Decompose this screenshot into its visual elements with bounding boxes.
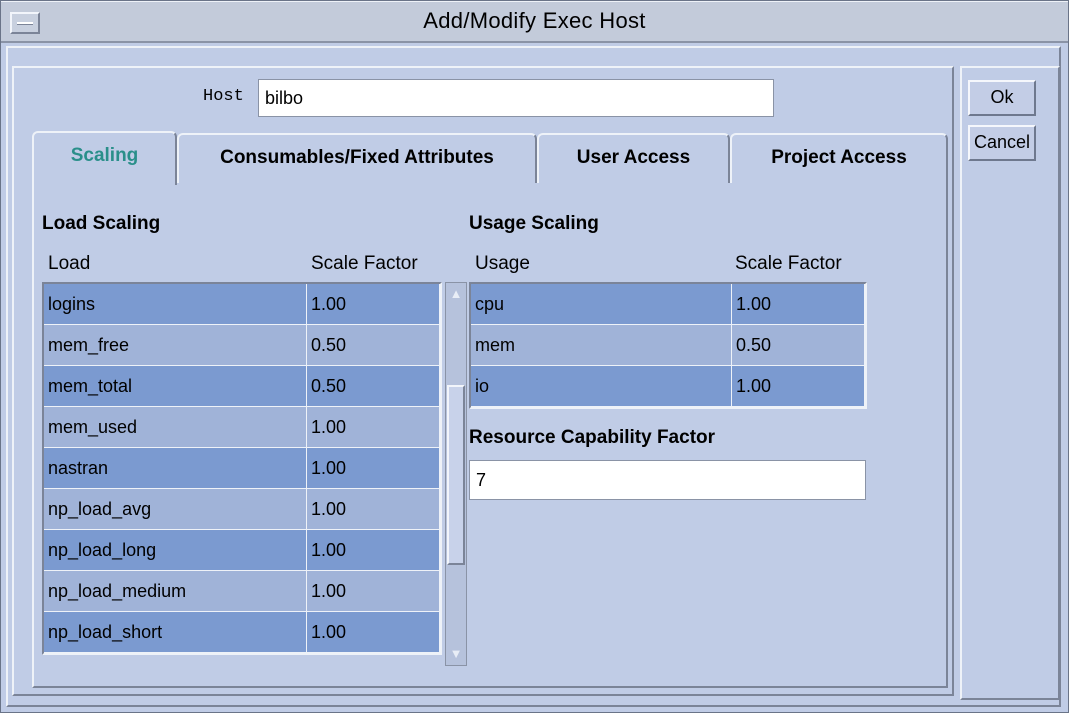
factor-cell[interactable]: 1.00: [307, 530, 440, 571]
table-row[interactable]: np_load_medium 1.00: [44, 571, 440, 612]
load-cell: np_load_medium: [44, 571, 307, 612]
button-sidebar: [960, 66, 1060, 700]
factor-cell[interactable]: 1.00: [307, 612, 440, 653]
factor-cell[interactable]: 1.00: [307, 448, 440, 489]
usage-column-header: Usage: [475, 253, 530, 274]
load-cell: mem_total: [44, 366, 307, 407]
factor-cell[interactable]: 0.50: [307, 366, 440, 407]
table-row[interactable]: np_load_avg 1.00: [44, 489, 440, 530]
tab-project-access[interactable]: Project Access: [730, 133, 948, 183]
table-row[interactable]: mem_total 0.50: [44, 366, 440, 407]
load-cell: mem_used: [44, 407, 307, 448]
load-cell: np_load_long: [44, 530, 307, 571]
usage-cell: mem: [471, 325, 732, 366]
factor-cell[interactable]: 1.00: [307, 284, 440, 325]
factor-cell[interactable]: 1.00: [307, 571, 440, 612]
table-row[interactable]: np_load_short 1.00: [44, 612, 440, 653]
tab-consumables[interactable]: Consumables/Fixed Attributes: [177, 133, 537, 183]
scroll-down-icon[interactable]: ▼: [447, 644, 465, 664]
usage-scaling-title: Usage Scaling: [469, 213, 599, 234]
factor-cell[interactable]: 0.50: [307, 325, 440, 366]
ok-button[interactable]: Ok: [968, 80, 1036, 116]
scrollbar-thumb[interactable]: [447, 385, 465, 565]
window-title: Add/Modify Exec Host: [423, 8, 646, 33]
load-cell: np_load_short: [44, 612, 307, 653]
resource-capability-label: Resource Capability Factor: [469, 427, 716, 448]
resource-capability-input[interactable]: [469, 460, 866, 500]
load-cell: mem_free: [44, 325, 307, 366]
factor-cell[interactable]: 1.00: [307, 489, 440, 530]
tab-scaling[interactable]: Scaling: [32, 131, 177, 185]
cancel-button[interactable]: Cancel: [968, 125, 1036, 161]
usage-factor-column-header: Scale Factor: [735, 253, 842, 274]
load-table-scrollbar[interactable]: ▲ ▼: [445, 282, 467, 666]
title-bar: Add/Modify Exec Host: [1, 1, 1068, 43]
load-cell: np_load_avg: [44, 489, 307, 530]
factor-cell[interactable]: 1.00: [732, 284, 865, 325]
factor-cell[interactable]: 1.00: [732, 366, 865, 407]
load-cell: nastran: [44, 448, 307, 489]
host-label: Host: [203, 87, 244, 106]
table-row[interactable]: logins 1.00: [44, 284, 440, 325]
factor-cell[interactable]: 1.00: [307, 407, 440, 448]
usage-scaling-table: cpu 1.00 mem 0.50 io 1.00: [469, 282, 867, 409]
load-column-header: Load: [48, 253, 91, 274]
table-row[interactable]: np_load_long 1.00: [44, 530, 440, 571]
table-row[interactable]: io 1.00: [471, 366, 865, 407]
load-factor-column-header: Scale Factor: [311, 253, 418, 274]
table-row[interactable]: cpu 1.00: [471, 284, 865, 325]
scroll-up-icon[interactable]: ▲: [447, 284, 465, 304]
table-row[interactable]: mem_free 0.50: [44, 325, 440, 366]
host-input[interactable]: [258, 79, 774, 117]
usage-cell: cpu: [471, 284, 732, 325]
load-scaling-table: logins 1.00 mem_free 0.50 mem_total 0.50…: [42, 282, 442, 655]
table-row[interactable]: nastran 1.00: [44, 448, 440, 489]
table-row[interactable]: mem 0.50: [471, 325, 865, 366]
factor-cell[interactable]: 0.50: [732, 325, 865, 366]
tab-user-access[interactable]: User Access: [537, 133, 730, 183]
load-scaling-title: Load Scaling: [42, 213, 161, 234]
table-row[interactable]: mem_used 1.00: [44, 407, 440, 448]
usage-cell: io: [471, 366, 732, 407]
load-cell: logins: [44, 284, 307, 325]
